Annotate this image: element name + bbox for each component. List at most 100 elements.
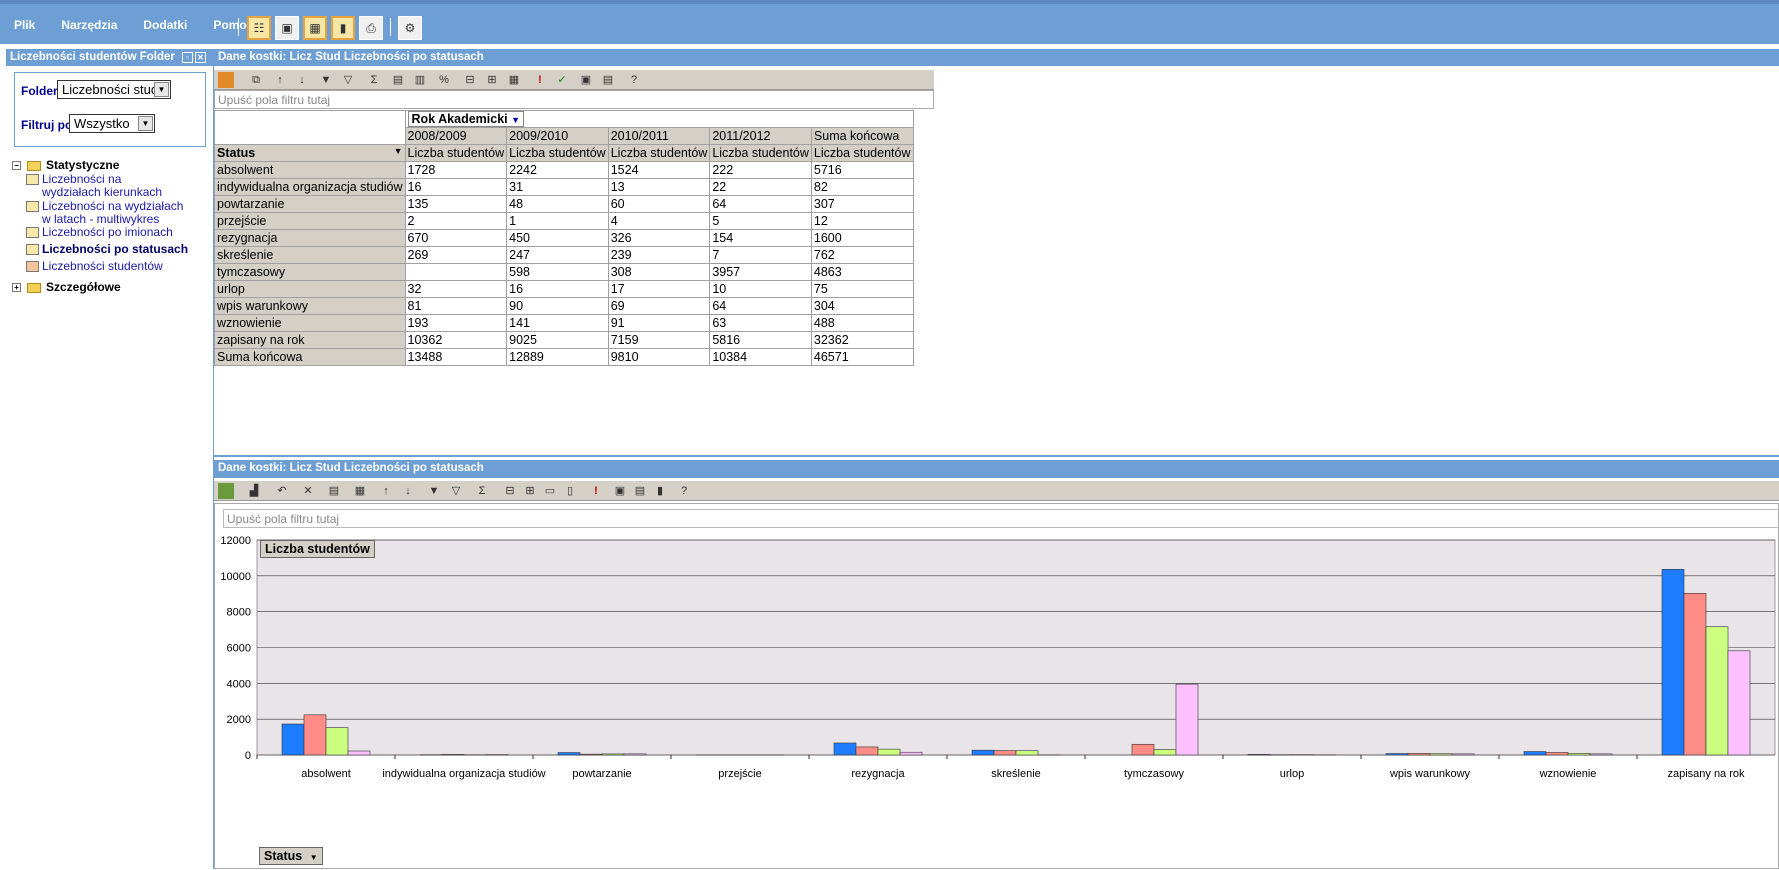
measure-field-button[interactable]: Liczba studentów xyxy=(260,540,375,558)
view-list-icon[interactable]: ☷ xyxy=(247,16,271,40)
expand-icon[interactable]: ⊞ xyxy=(484,72,500,88)
menu-item-1[interactable]: Narzędzia xyxy=(61,18,117,32)
table-cell: 31 xyxy=(507,179,609,196)
tree-folder-szczegolowe[interactable]: +Szczegółowe xyxy=(12,280,121,294)
menu-item-2[interactable]: Dodatki xyxy=(143,18,187,32)
table-cell: 269 xyxy=(405,247,507,264)
tree-item-report-selected[interactable]: Liczebności po statusach xyxy=(42,243,202,256)
autofilter-icon[interactable]: ▼ xyxy=(426,483,442,499)
category-field-button[interactable]: Status ▼ xyxy=(259,847,323,865)
table-cell: 12 xyxy=(811,213,913,230)
bar xyxy=(558,753,580,755)
table-cell: 141 xyxy=(507,315,609,332)
sort-asc-icon[interactable]: ↑ xyxy=(378,483,394,499)
x-tick-label: powtarzanie xyxy=(572,768,631,780)
field-list-icon[interactable]: ▦ xyxy=(352,483,368,499)
help-icon[interactable]: ? xyxy=(676,483,692,499)
show-top-icon[interactable]: ▽ xyxy=(448,483,464,499)
office-logo-icon[interactable] xyxy=(218,483,234,499)
book-icon[interactable]: ▮ xyxy=(652,483,668,499)
table-row: zapisany na rok1036290257159581632362 xyxy=(215,332,914,349)
ungroup-icon[interactable]: ▯ xyxy=(562,483,578,499)
expand-icon[interactable]: + xyxy=(12,283,21,292)
tree-item-report[interactable]: Liczebności studentów xyxy=(42,260,202,273)
bar xyxy=(972,750,994,755)
bar xyxy=(1568,753,1590,755)
collapse-icon[interactable]: ⊟ xyxy=(462,72,478,88)
expand-icon[interactable]: ⊞ xyxy=(522,483,538,499)
year-header: 2011/2012 xyxy=(710,128,812,145)
table-cell: 32362 xyxy=(811,332,913,349)
details-icon[interactable]: ▦ xyxy=(506,72,522,88)
sort-desc-icon[interactable]: ↓ xyxy=(294,72,310,88)
copy-icon[interactable]: ⧉ xyxy=(248,72,264,88)
bar xyxy=(580,754,602,755)
filter-select[interactable]: Wszystko ▼ xyxy=(69,114,155,133)
table-cell: 193 xyxy=(405,315,507,332)
folder-select[interactable]: Liczebności stude ▼ xyxy=(57,80,171,99)
menu-item-0[interactable]: Plik xyxy=(14,18,35,32)
show-as-icon[interactable]: % xyxy=(436,72,452,88)
table-cell: 154 xyxy=(710,230,812,247)
delete-icon[interactable]: ✕ xyxy=(300,483,316,499)
chart-type-icon[interactable]: ▟ xyxy=(246,483,262,499)
group-icon[interactable]: ▭ xyxy=(542,483,558,499)
chevron-down-icon[interactable]: ▼ xyxy=(154,82,169,97)
refresh-icon[interactable]: ! xyxy=(588,483,604,499)
export-icon[interactable]: ✓ xyxy=(554,72,570,88)
report-icon xyxy=(26,227,39,238)
restore-icon[interactable]: ▫ xyxy=(182,52,193,63)
table-cell: 10 xyxy=(710,281,812,298)
column-field-button[interactable]: Rok Akademicki ▼ xyxy=(405,111,913,128)
table-cell: 3957 xyxy=(710,264,812,281)
show-top-icon[interactable]: ▽ xyxy=(340,72,356,88)
sort-asc-icon[interactable]: ↑ xyxy=(272,72,288,88)
tree-item-label: Liczebności po imionach xyxy=(42,225,173,239)
refresh-icon[interactable]: ! xyxy=(532,72,548,88)
bar xyxy=(1684,593,1706,755)
sort-desc-icon[interactable]: ↓ xyxy=(400,483,416,499)
autocalc-icon[interactable]: Σ xyxy=(366,72,382,88)
tree-folder-statystyczne[interactable]: −Statystyczne xyxy=(12,158,119,172)
tree-item-report[interactable]: Liczebności po imionach xyxy=(42,226,202,239)
table-cell: 7 xyxy=(710,247,812,264)
settings-icon[interactable]: ⚙ xyxy=(398,16,422,40)
help-icon[interactable]: ? xyxy=(626,72,642,88)
table-cell: 670 xyxy=(405,230,507,247)
tree-item-report[interactable]: Liczebności na wydziałach kierunkach xyxy=(42,173,182,199)
close-icon[interactable]: ✕ xyxy=(195,52,206,63)
table-cell: 304 xyxy=(811,298,913,315)
window-icon[interactable]: ▣ xyxy=(275,16,299,40)
row-field-button[interactable]: Status▼ xyxy=(215,145,406,162)
table-cell: 1 xyxy=(507,213,609,230)
autofilter-icon[interactable]: ▼ xyxy=(318,72,334,88)
bar xyxy=(442,754,464,755)
collapse-icon[interactable]: ⊟ xyxy=(502,483,518,499)
pivot-toolbar: ⧉ ↑ ↓ ▼ ▽ Σ ▤ ▥ % ⊟ ⊞ ▦ ! ✓ ▣ ▤ ? xyxy=(214,70,934,90)
chevron-down-icon[interactable]: ▼ xyxy=(138,116,153,131)
collapse-icon[interactable]: − xyxy=(12,161,21,170)
book-icon[interactable]: ▮ xyxy=(331,16,355,40)
print-icon[interactable]: ⎙ xyxy=(359,16,383,40)
tree-item-report[interactable]: Liczebności na wydziałach w latach - mul… xyxy=(42,200,187,226)
chevron-down-icon[interactable]: ▼ xyxy=(310,853,318,862)
table-cell: 5 xyxy=(710,213,812,230)
autocalc-icon[interactable]: Σ xyxy=(474,483,490,499)
table-cell: 239 xyxy=(608,247,710,264)
properties-icon[interactable]: ▤ xyxy=(600,72,616,88)
pivot-filter-dropzone[interactable]: Upuść pola filtru tutaj xyxy=(214,90,934,109)
calc-totals-icon[interactable]: ▥ xyxy=(412,72,428,88)
grid-chart-icon[interactable]: ▦ xyxy=(303,16,327,40)
office-logo-icon[interactable] xyxy=(218,72,234,88)
chart-filter-dropzone[interactable]: Upuść pola filtru tutaj xyxy=(223,509,1779,528)
table-row: powtarzanie135486064307 xyxy=(215,196,914,213)
table-cell: 81 xyxy=(405,298,507,315)
subtotal-icon[interactable]: ▤ xyxy=(390,72,406,88)
legend-icon[interactable]: ▤ xyxy=(632,483,648,499)
field-list-icon[interactable]: ▣ xyxy=(578,72,594,88)
properties-icon[interactable]: ▤ xyxy=(326,483,342,499)
undo-icon[interactable]: ↶ xyxy=(274,483,290,499)
export-icon[interactable]: ▣ xyxy=(612,483,628,499)
measure-header: Liczba studentów xyxy=(811,145,913,162)
folder-icon xyxy=(27,161,41,171)
